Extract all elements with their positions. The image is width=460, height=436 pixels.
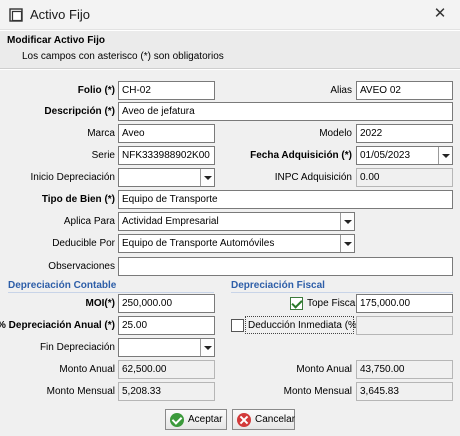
close-icon[interactable]: ✕ bbox=[432, 6, 448, 22]
chevron-down-icon[interactable] bbox=[200, 339, 214, 356]
contable-monto-mensual-label: Monto Mensual bbox=[46, 386, 115, 397]
moi-input[interactable]: 250,000.00 bbox=[118, 294, 215, 313]
inpc-value: 0.00 bbox=[356, 168, 453, 187]
alias-input[interactable]: AVEO 02 bbox=[356, 81, 453, 100]
fiscal-monto-mensual-value: 3,645.83 bbox=[356, 382, 453, 401]
contable-divider bbox=[8, 292, 214, 293]
cancelar-button[interactable]: Cancelar bbox=[232, 409, 295, 430]
check-icon bbox=[170, 413, 184, 427]
tope-fiscal-checkbox[interactable] bbox=[290, 297, 303, 310]
fiscal-monto-mensual-label: Monto Mensual bbox=[283, 386, 352, 397]
porc-depreciacion-input[interactable]: 25.00 bbox=[118, 316, 215, 335]
serie-input[interactable]: NFK333988902K00 bbox=[118, 146, 215, 165]
aplica-para-value: Actividad Empresarial bbox=[122, 216, 219, 227]
moi-label: MOI(*) bbox=[85, 298, 115, 309]
deduccion-inmediata-label: Deducción Inmediata (%) bbox=[248, 320, 361, 331]
deducible-label: Deducible Por bbox=[52, 238, 115, 249]
fiscal-monto-anual-label: Monto Anual bbox=[296, 364, 352, 375]
contable-monto-mensual-value: 5,208.33 bbox=[118, 382, 215, 401]
fecha-adquisicion-value: 01/05/2023 bbox=[360, 150, 411, 161]
observaciones-input[interactable] bbox=[118, 257, 453, 276]
aplica-para-label: Aplica Para bbox=[63, 216, 115, 227]
cancelar-label: Cancelar bbox=[255, 414, 296, 425]
descripcion-input[interactable]: Aveo de jefatura bbox=[118, 102, 453, 121]
folio-label: Folio (*) bbox=[77, 85, 115, 96]
fecha-adquisicion-picker[interactable]: 01/05/2023 bbox=[356, 146, 453, 165]
contable-monto-anual-value: 62,500.00 bbox=[118, 360, 215, 379]
deducible-select[interactable]: Equipo de Transporte Automóviles bbox=[118, 234, 355, 253]
folio-input[interactable]: CH-02 bbox=[118, 81, 215, 100]
header-title: Modificar Activo Fijo bbox=[7, 35, 105, 46]
fin-depreciacion-label: Fin Depreciación bbox=[39, 342, 115, 353]
aplica-para-select[interactable]: Actividad Empresarial bbox=[118, 212, 355, 231]
porc-depreciacion-label: % Depreciación Anual (*) bbox=[0, 320, 115, 331]
deduccion-inmediata-input bbox=[356, 316, 453, 335]
chevron-down-icon[interactable] bbox=[438, 147, 452, 164]
aceptar-button[interactable]: Aceptar bbox=[165, 409, 227, 430]
aceptar-label: Aceptar bbox=[188, 414, 223, 425]
modelo-input[interactable]: 2022 bbox=[356, 124, 453, 143]
app-window-icon bbox=[9, 8, 23, 22]
tope-fiscal-input[interactable]: 175,000.00 bbox=[356, 294, 453, 313]
fecha-adquisicion-label: Fecha Adquisición (*) bbox=[250, 150, 352, 161]
descripcion-label: Descripción (*) bbox=[44, 106, 115, 117]
observaciones-label: Observaciones bbox=[48, 261, 115, 272]
inpc-label: INPC Adquisición bbox=[274, 172, 352, 183]
chevron-down-icon[interactable] bbox=[340, 213, 354, 230]
tipo-bien-label: Tipo de Bien (*) bbox=[41, 194, 115, 205]
form-header: Modificar Activo Fijo Los campos con ast… bbox=[0, 31, 460, 69]
chevron-down-icon[interactable] bbox=[200, 169, 214, 186]
marca-label: Marca bbox=[87, 128, 115, 139]
alias-label: Alias bbox=[330, 85, 352, 96]
depreciacion-fiscal-title: Depreciación Fiscal bbox=[231, 280, 325, 291]
inicio-depreciacion-picker[interactable] bbox=[118, 168, 215, 187]
modelo-label: Modelo bbox=[319, 128, 352, 139]
deduccion-inmediata-checkbox[interactable] bbox=[231, 319, 244, 332]
contable-monto-anual-label: Monto Anual bbox=[59, 364, 115, 375]
marca-input[interactable]: Aveo bbox=[118, 124, 215, 143]
window-titlebar: Activo Fijo ✕ bbox=[0, 0, 460, 30]
chevron-down-icon[interactable] bbox=[340, 235, 354, 252]
inicio-depreciacion-label: Inicio Depreciación bbox=[30, 172, 116, 183]
deducible-value: Equipo de Transporte Automóviles bbox=[122, 238, 275, 249]
fiscal-divider bbox=[231, 292, 453, 293]
cancel-icon bbox=[237, 413, 251, 427]
depreciacion-contable-title: Depreciación Contable bbox=[8, 280, 117, 291]
fin-depreciacion-picker[interactable] bbox=[118, 338, 215, 357]
fiscal-monto-anual-value: 43,750.00 bbox=[356, 360, 453, 379]
tope-fiscal-label: Tope Fiscal bbox=[307, 298, 358, 309]
header-subtitle: Los campos con asterisco (*) son obligat… bbox=[22, 51, 224, 62]
window-title: Activo Fijo bbox=[30, 7, 90, 22]
serie-label: Serie bbox=[91, 150, 115, 161]
tipo-bien-input[interactable]: Equipo de Transporte bbox=[118, 190, 453, 209]
